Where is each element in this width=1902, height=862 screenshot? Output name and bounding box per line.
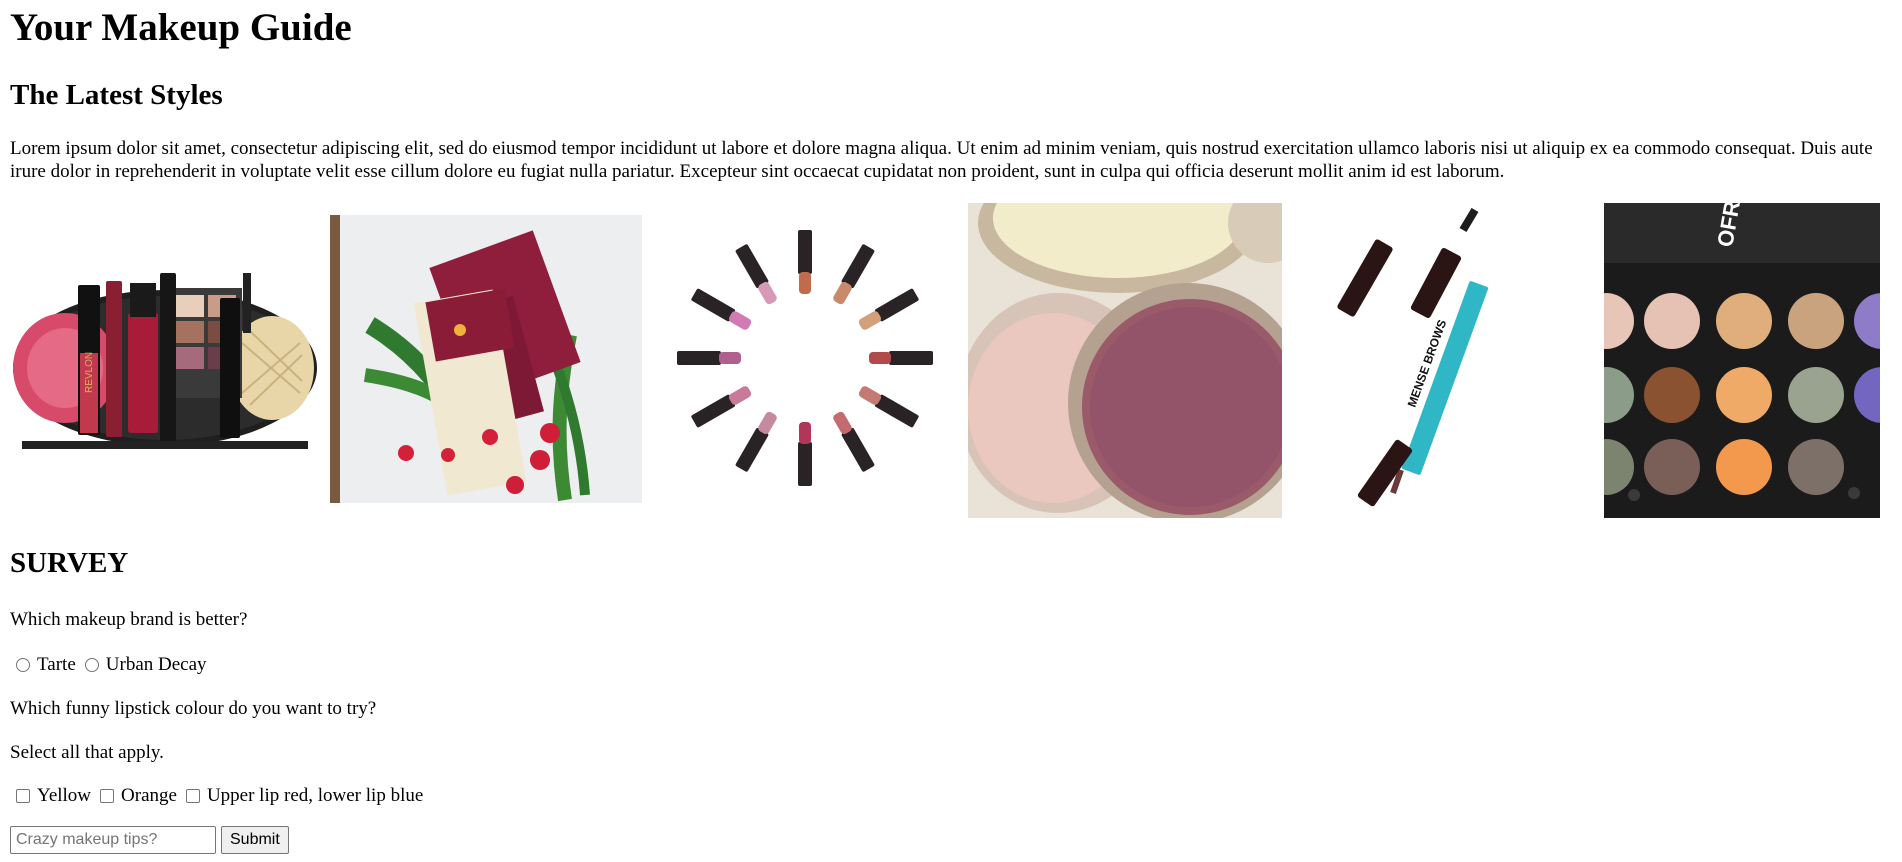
lipstick-question: Which funny lipstick colour do you want … [10, 698, 377, 719]
lipstick-hint: Select all that apply. [10, 742, 164, 763]
checkbox-orange-label[interactable]: Orange [121, 783, 177, 809]
eyeliner-pencil-graphic: MENSE BROWS [1315, 208, 1569, 513]
radio-tarte-label[interactable]: Tarte [37, 652, 76, 678]
image-gallery: REVLON MENSE BROWS OFRA [10, 203, 1890, 518]
survey-heading: SURVEY [10, 547, 129, 579]
radio-urban-decay-label[interactable]: Urban Decay [106, 652, 207, 678]
lipstick-options: Yellow Orange Upper lip red, lower lip b… [10, 783, 426, 809]
submit-button[interactable]: Submit [221, 826, 289, 854]
lipstick-circle-image [675, 228, 935, 488]
page: Your Makeup Guide The Latest Styles Lore… [0, 0, 1902, 862]
page-title: Your Makeup Guide [10, 6, 352, 49]
makeup-kit-graphic: REVLON [10, 203, 320, 518]
intro-paragraph: Lorem ipsum dolor sit amet, consectetur … [10, 138, 1873, 182]
checkbox-yellow-label[interactable]: Yellow [37, 783, 91, 809]
cosmetic-pouch-graphic [330, 215, 642, 503]
brand-question: Which makeup brand is better? [10, 609, 248, 630]
lipstick-circle-graphic [675, 228, 935, 488]
checkbox-orange[interactable] [100, 789, 115, 803]
eyeliner-pencil-image: MENSE BROWS [1315, 208, 1569, 513]
section-heading: The Latest Styles [10, 79, 223, 111]
cosmetic-pouch-image [330, 215, 642, 503]
eyeshadow-palette-image: OFRA [1604, 203, 1880, 518]
radio-tarte[interactable] [16, 658, 30, 672]
checkbox-red-blue-label[interactable]: Upper lip red, lower lip blue [207, 783, 423, 809]
brand-options: Tarte Urban Decay [10, 652, 210, 678]
radio-urban-decay[interactable] [84, 658, 99, 672]
checkbox-red-blue[interactable] [185, 789, 200, 803]
makeup-kit-text: REVLON [84, 352, 95, 393]
pressed-powder-graphic [968, 203, 1282, 518]
pressed-powder-image [968, 203, 1282, 518]
checkbox-yellow[interactable] [16, 789, 30, 803]
tips-form: Submit [10, 826, 289, 854]
makeup-kit-image: REVLON [10, 203, 320, 518]
eyeshadow-palette-graphic: OFRA [1604, 203, 1880, 518]
tips-input[interactable] [10, 826, 216, 854]
